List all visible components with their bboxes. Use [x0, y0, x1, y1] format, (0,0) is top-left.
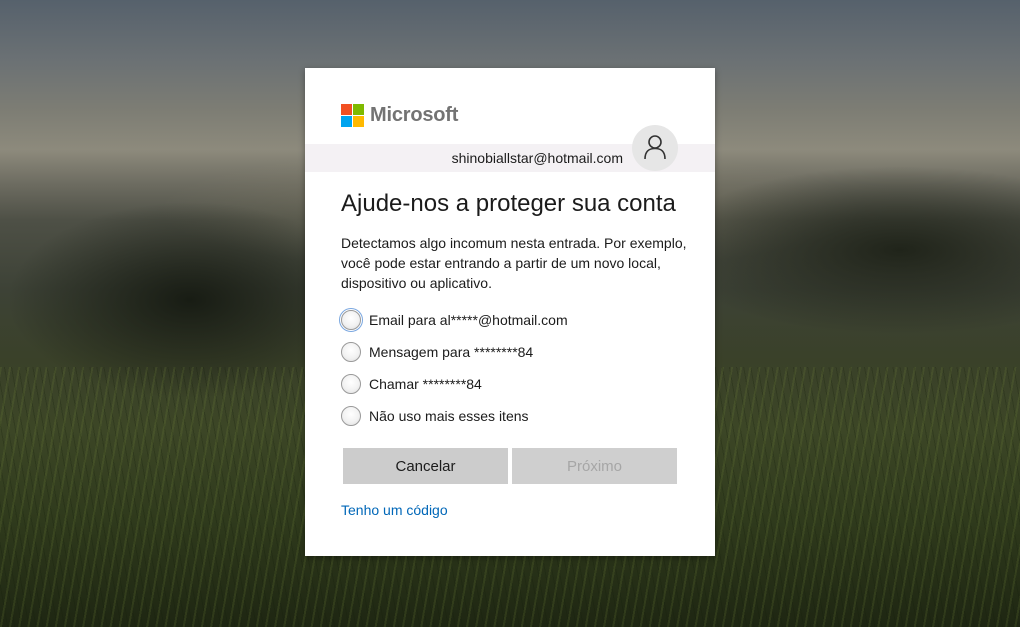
microsoft-logo: Microsoft — [341, 104, 458, 127]
option-email-label: Email para al*****@hotmail.com — [369, 312, 568, 328]
description-text: Detectamos algo incomum nesta entrada. P… — [341, 235, 687, 291]
option-call[interactable]: Chamar ********84 — [341, 368, 568, 400]
account-email: shinobiallstar@hotmail.com — [451, 150, 623, 166]
page-title: Ajude-nos a proteger sua conta — [341, 190, 676, 217]
avatar — [632, 125, 678, 171]
radio-email[interactable] — [339, 308, 363, 332]
cancel-button[interactable]: Cancelar — [343, 448, 508, 484]
signin-dialog: Microsoft shinobiallstar@hotmail.com Aju… — [305, 68, 715, 556]
radio-sms[interactable] — [341, 342, 361, 362]
user-icon — [644, 135, 666, 160]
option-email[interactable]: Email para al*****@hotmail.com — [339, 304, 568, 336]
brand-name: Microsoft — [370, 104, 459, 126]
option-sms[interactable]: Mensagem para ********84 — [341, 336, 568, 368]
verification-options: Email para al*****@hotmail.com Mensagem … — [339, 304, 568, 432]
option-sms-label: Mensagem para ********84 — [369, 344, 534, 360]
radio-none[interactable] — [341, 406, 361, 426]
option-call-label: Chamar ********84 — [369, 376, 482, 392]
option-none-label: Não uso mais esses itens — [369, 408, 529, 424]
next-button[interactable]: Próximo — [512, 448, 677, 484]
radio-call[interactable] — [341, 374, 361, 394]
have-code-link[interactable]: Tenho um código — [341, 502, 448, 518]
microsoft-squares-icon — [341, 104, 364, 127]
option-none[interactable]: Não uso mais esses itens — [341, 400, 568, 432]
